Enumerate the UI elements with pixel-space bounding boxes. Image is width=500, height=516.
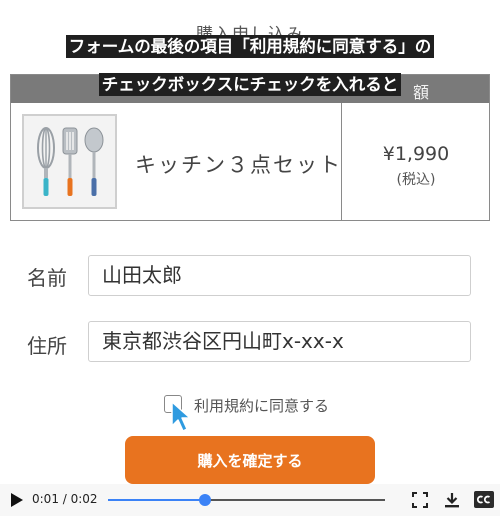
video-progress-slider[interactable] bbox=[108, 494, 385, 506]
download-icon[interactable] bbox=[444, 492, 460, 508]
name-label: 名前 bbox=[27, 266, 67, 290]
product-name: キッチン３点セット bbox=[135, 153, 342, 177]
video-progress-fill bbox=[108, 499, 205, 501]
order-summary-table: 額 キッチン３点セット ¥1,990 (税込) bbox=[10, 74, 490, 221]
price-value: ¥1,990 bbox=[382, 143, 450, 165]
confirm-purchase-button[interactable]: 購入を確定する bbox=[125, 436, 375, 484]
fullscreen-icon[interactable] bbox=[412, 492, 428, 508]
caption-text-2: チェックボックスにチェックを入れると bbox=[98, 73, 402, 96]
terms-checkbox-label[interactable]: 利用規約に同意する bbox=[194, 395, 329, 416]
video-caption-line-1: フォームの最後の項目「利用規約に同意する」の bbox=[0, 35, 500, 58]
play-icon[interactable] bbox=[11, 493, 23, 507]
kitchen-utensils-icon bbox=[37, 127, 104, 196]
address-label: 住所 bbox=[27, 334, 67, 358]
caption-text-1: フォームの最後の項目「利用規約に同意する」の bbox=[65, 35, 435, 58]
video-controls-bar: 0:01 / 0:02 bbox=[0, 484, 500, 516]
video-time: 0:01 / 0:02 bbox=[32, 492, 98, 506]
video-caption-line-2: チェックボックスにチェックを入れると bbox=[0, 73, 500, 96]
product-image bbox=[22, 114, 117, 209]
closed-captions-icon[interactable] bbox=[474, 491, 494, 508]
video-progress-thumb[interactable] bbox=[198, 494, 211, 506]
name-field[interactable]: 山田太郎 bbox=[88, 255, 471, 296]
mouse-pointer-icon bbox=[171, 401, 191, 432]
address-field[interactable]: 東京都渋谷区円山町x-xx-x bbox=[88, 321, 471, 362]
price-tax-note: (税込) bbox=[396, 172, 436, 188]
